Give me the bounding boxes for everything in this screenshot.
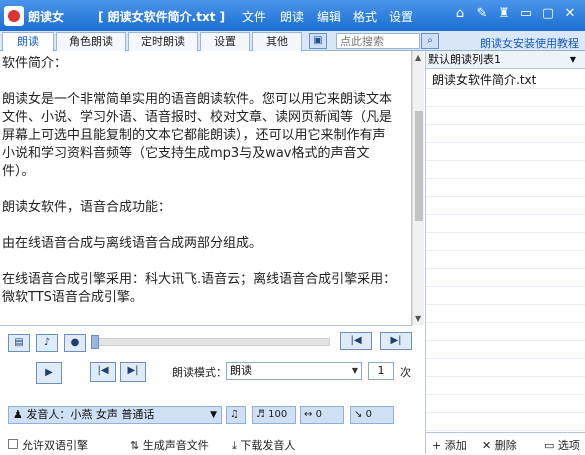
mode-select[interactable]: 朗读 <box>226 362 362 380</box>
restore-icon[interactable]: ▢ <box>540 6 556 22</box>
minimize-icon[interactable]: ▭ <box>518 6 534 22</box>
tab-timed-read[interactable]: 定时朗读 <box>128 32 198 51</box>
doc-paragraph-2: 朗读女软件，语音合成功能： <box>2 200 172 215</box>
pin-icon[interactable]: ✎ <box>474 6 490 22</box>
doc-title: 软件简介： <box>2 56 68 71</box>
menu-settings[interactable]: 设置 <box>389 8 413 25</box>
doc-paragraph-1: 朗读女是一个非常简单实用的语音朗读软件。您可以用它来朗读文本文件、小说、学习外语… <box>2 92 393 179</box>
previous-track-icon[interactable]: |◀ <box>340 332 372 350</box>
voice-setting-icon[interactable]: ♫ <box>226 406 246 424</box>
scroll-up-icon[interactable]: ▲ <box>415 53 421 62</box>
options-button[interactable]: ▭ 选项 <box>544 437 580 453</box>
doc-paragraph-3: 由在线语音合成与离线语音合成两部分组成。 <box>2 236 263 251</box>
app-logo <box>4 6 24 26</box>
next-icon[interactable]: ▶| <box>120 362 146 382</box>
search-icon[interactable]: ⌕ <box>421 33 439 49</box>
home-icon[interactable]: ⌂ <box>452 6 468 22</box>
download-voice-button[interactable]: ⤓ 下载发音人 <box>232 437 295 453</box>
play-icon[interactable]: ▶ <box>36 362 62 384</box>
playlist-footer: + 添加 ✕ 删除 ▭ 选项 <box>426 432 585 454</box>
add-label: 添加 <box>444 439 467 452</box>
add-button[interactable]: + 添加 <box>432 437 467 453</box>
microphone-icon[interactable]: ● <box>64 334 86 352</box>
scroll-down-icon[interactable]: ▼ <box>415 314 421 323</box>
bilingual-checkbox[interactable] <box>8 439 18 449</box>
next-track-icon[interactable]: ▶| <box>380 332 412 350</box>
playlist-items: 朗读女软件简介.txt <box>426 71 585 431</box>
playlist-select[interactable]: 默认朗读列表1 <box>428 53 578 67</box>
progress-thumb[interactable] <box>91 335 99 349</box>
help-link[interactable]: 朗读女安装使用教程 <box>480 35 579 51</box>
download-label: 下载发音人 <box>240 439 296 452</box>
playlist-panel: 默认朗读列表1 朗读女软件简介.txt + 添加 ✕ 删除 ▭ 选项 <box>425 51 585 454</box>
menu-read[interactable]: 朗读 <box>280 8 304 25</box>
bottom-options: 允许双语引擎 ⇅ 生成声音文件 ⤓ 下载发音人 <box>0 436 412 455</box>
title-bar: 朗读女 [ 朗读女软件简介.txt ] 文件 朗读 编辑 格式 设置 ⌂ ✎ ♜… <box>0 0 585 31</box>
repeat-count[interactable]: 1 <box>368 362 394 380</box>
file-title: [ 朗读女软件简介.txt ] <box>98 10 226 24</box>
document-content: 软件简介： 朗读女是一个非常简单实用的语音朗读软件。您可以用它来朗读文本文件、小… <box>2 55 398 325</box>
menu-file[interactable]: 文件 <box>242 8 266 25</box>
mode-label: 朗读模式： <box>172 366 227 379</box>
generate-label: 生成声音文件 <box>142 439 209 452</box>
speaker-select[interactable]: ♟ 发音人：小燕 女声 普通话 <box>8 406 222 424</box>
text-mode-icon[interactable]: ▤ <box>8 334 30 352</box>
volume-control[interactable]: ♬ 100 <box>252 406 296 424</box>
speed-value: 0 <box>315 409 322 420</box>
tab-bar: 朗读 角色朗读 定时朗读 设置 其他 ▣ ⌕ 朗读女安装使用教程 <box>0 31 585 51</box>
progress-slider[interactable] <box>91 335 330 349</box>
pitch-control[interactable]: ↘ 0 <box>350 406 394 424</box>
menu-format[interactable]: 格式 <box>353 8 377 25</box>
delete-label: 删除 <box>494 439 517 452</box>
image-icon[interactable]: ▣ <box>309 33 327 49</box>
speed-control[interactable]: ↔ 0 <box>300 406 344 424</box>
repeat-unit: 次 <box>400 366 411 379</box>
menu-edit[interactable]: 编辑 <box>317 8 341 25</box>
control-panel: ▤ ♪ ● |◀ ▶| ▶ |◀ ▶| 朗读模式： 朗读 1 次 ♟ 发音人：小… <box>0 325 412 455</box>
app-name: 朗读女 <box>28 10 65 24</box>
search-input[interactable] <box>336 33 420 49</box>
playlist-header: 默认朗读列表1 <box>426 51 585 69</box>
generate-audio-button[interactable]: ⇅ 生成声音文件 <box>130 437 209 453</box>
doc-paragraph-4: 在线语音合成引擎采用：科大讯飞.语音云；离线语音合成引擎采用：微软TTS语音合成… <box>2 272 397 305</box>
speaker-icon: ♟ <box>13 408 27 421</box>
speaker-label: 发音人：小燕 女声 普通话 <box>26 408 155 421</box>
tab-read[interactable]: 朗读 <box>2 32 54 51</box>
tab-role-read[interactable]: 角色朗读 <box>56 32 126 51</box>
tab-other[interactable]: 其他 <box>252 32 302 51</box>
playlist-item[interactable]: 朗读女软件简介.txt <box>426 71 585 89</box>
skin-icon[interactable]: ♜ <box>496 6 512 22</box>
volume-value: 100 <box>268 409 288 420</box>
close-icon[interactable]: ✕ <box>562 6 578 22</box>
scroll-thumb[interactable] <box>415 111 423 221</box>
tab-settings[interactable]: 设置 <box>200 32 250 51</box>
delete-button[interactable]: ✕ 删除 <box>482 437 517 453</box>
music-icon[interactable]: ♪ <box>36 334 58 352</box>
editor-scrollbar[interactable]: ▲ ▼ <box>412 51 424 325</box>
text-editor[interactable]: 软件简介： 朗读女是一个非常简单实用的语音朗读软件。您可以用它来朗读文本文件、小… <box>0 51 412 325</box>
bilingual-label: 允许双语引擎 <box>22 439 88 452</box>
options-label: 选项 <box>557 439 580 452</box>
previous-icon[interactable]: |◀ <box>90 362 116 382</box>
pitch-value: 0 <box>365 409 372 420</box>
